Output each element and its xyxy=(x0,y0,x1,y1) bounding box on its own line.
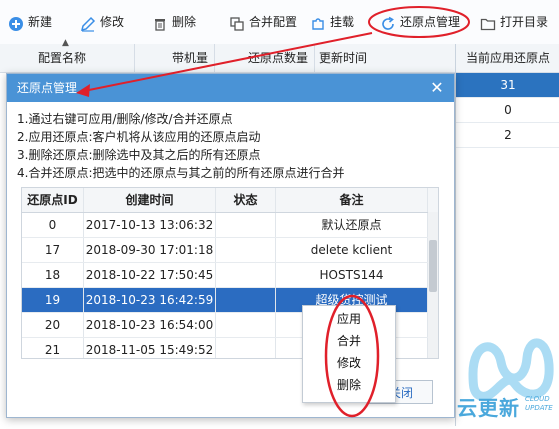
cell-time: 2018-10-22 17:50:45 xyxy=(84,263,216,287)
merge-config-button[interactable]: 合并配置 xyxy=(229,8,297,36)
cell-status xyxy=(216,338,276,358)
edit-label: 修改 xyxy=(100,15,125,29)
desc-line: 3.删除还原点:删除选中及其之后的所有还原点 xyxy=(17,148,261,162)
cell-status xyxy=(216,213,276,237)
folder-icon xyxy=(480,14,496,31)
col-restore-count[interactable]: 还原点数量 xyxy=(215,44,315,72)
th-note[interactable]: 备注 xyxy=(276,188,428,212)
context-menu: 应用 合并 修改 删除 xyxy=(302,305,396,403)
current-restore-cell[interactable]: 31 xyxy=(456,73,559,98)
logo-en-line: CLOUD xyxy=(525,395,550,403)
delete-label: 删除 xyxy=(172,15,197,29)
th-status[interactable]: 状态 xyxy=(216,188,276,212)
cell-status xyxy=(216,288,276,312)
open-dir-button[interactable]: 打开目录 xyxy=(480,8,548,36)
pencil-icon xyxy=(80,14,96,32)
cell-time: 2018-11-05 15:49:52 xyxy=(84,338,216,358)
mount-label: 挂载 xyxy=(330,15,355,29)
table-header: 还原点ID 创建时间 状态 备注 xyxy=(22,188,438,213)
cell-status xyxy=(216,238,276,262)
col-machine-count[interactable]: 带机量 xyxy=(135,44,215,72)
close-icon[interactable]: ✕ xyxy=(430,74,444,102)
dialog-description: 1.通过右键可应用/删除/修改/合并还原点 2.应用还原点:客户机将从该应用的还… xyxy=(17,110,345,182)
trash-icon xyxy=(152,14,168,31)
desc-line: 1.通过右键可应用/删除/修改/合并还原点 xyxy=(17,112,233,126)
delete-button[interactable]: 删除 xyxy=(152,8,196,36)
puzzle-icon xyxy=(310,14,326,30)
scrollbar-thumb[interactable] xyxy=(429,240,437,292)
dialog-title: 还原点管理 xyxy=(17,81,78,95)
cell-id: 0 xyxy=(22,213,84,237)
current-restore-cell[interactable]: 0 xyxy=(456,98,559,123)
menu-item-apply[interactable]: 应用 xyxy=(303,308,395,330)
col-config-name[interactable]: 配置名称 xyxy=(0,44,135,72)
cell-id: 20 xyxy=(22,313,84,337)
mount-button[interactable]: 挂载 xyxy=(310,8,354,36)
menu-item-delete[interactable]: 删除 xyxy=(303,374,395,396)
dialog-title-bar: 还原点管理 ✕ xyxy=(7,74,454,102)
cell-time: 2018-10-23 16:54:00 xyxy=(84,313,216,337)
menu-item-edit[interactable]: 修改 xyxy=(303,352,395,374)
table-scrollbar[interactable] xyxy=(428,212,438,358)
cell-note: HOSTS144 xyxy=(276,263,428,287)
table-row[interactable]: 18 2018-10-22 17:50:45 HOSTS144 xyxy=(22,263,438,288)
desc-line: 4.合并还原点:把选中的还原点与其之前的所有还原点进行合并 xyxy=(17,166,345,180)
cloud-update-logo: 云更新 CLOUD UPDATE xyxy=(455,300,559,426)
menu-item-merge[interactable]: 合并 xyxy=(303,330,395,352)
logo-en-line: UPDATE xyxy=(525,404,553,412)
cell-id: 21 xyxy=(22,338,84,358)
table-row[interactable]: 0 2017-10-13 13:06:32 默认还原点 xyxy=(22,213,438,238)
cell-status xyxy=(216,313,276,337)
plus-icon xyxy=(8,14,24,31)
cell-id: 19 xyxy=(22,288,84,312)
restore-manage-button[interactable]: 还原点管理 xyxy=(380,8,460,36)
cell-time: 2017-10-13 13:06:32 xyxy=(84,213,216,237)
logo-cn-text: 云更新 xyxy=(457,396,520,420)
config-grid-header: 配置名称 带机量 还原点数量 更新时间 xyxy=(0,44,455,73)
desc-line: 2.应用还原点:客户机将从该应用的还原点启动 xyxy=(17,130,261,144)
logo-en-text: CLOUD UPDATE xyxy=(525,395,553,413)
th-time[interactable]: 创建时间 xyxy=(84,188,216,212)
cell-note: delete kclient xyxy=(276,238,428,262)
cell-note: 默认还原点 xyxy=(276,213,428,237)
table-row[interactable]: 17 2018-09-30 17:01:18 delete kclient xyxy=(22,238,438,263)
cell-id: 17 xyxy=(22,238,84,262)
edit-button[interactable]: 修改 xyxy=(80,8,124,36)
toolbar: 新建 修改 删除 合并配置 挂载 还原点管理 打开目录 xyxy=(0,0,559,45)
new-label: 新建 xyxy=(28,15,53,29)
cell-time: 2018-09-30 17:01:18 xyxy=(84,238,216,262)
new-button[interactable]: 新建 xyxy=(8,8,52,36)
cell-time: 2018-10-23 16:42:59 xyxy=(84,288,216,312)
current-restore-cell[interactable]: 2 xyxy=(456,123,559,148)
restore-manage-label: 还原点管理 xyxy=(400,15,461,29)
cell-status xyxy=(216,263,276,287)
current-restore-header: 当前应用还原点 xyxy=(456,44,559,73)
refresh-icon xyxy=(380,14,396,30)
merge-config-label: 合并配置 xyxy=(249,15,298,29)
merge-icon xyxy=(229,14,245,31)
open-dir-label: 打开目录 xyxy=(500,15,549,29)
col-update-time[interactable]: 更新时间 xyxy=(315,44,455,72)
th-id[interactable]: 还原点ID xyxy=(22,188,84,212)
cell-id: 18 xyxy=(22,263,84,287)
